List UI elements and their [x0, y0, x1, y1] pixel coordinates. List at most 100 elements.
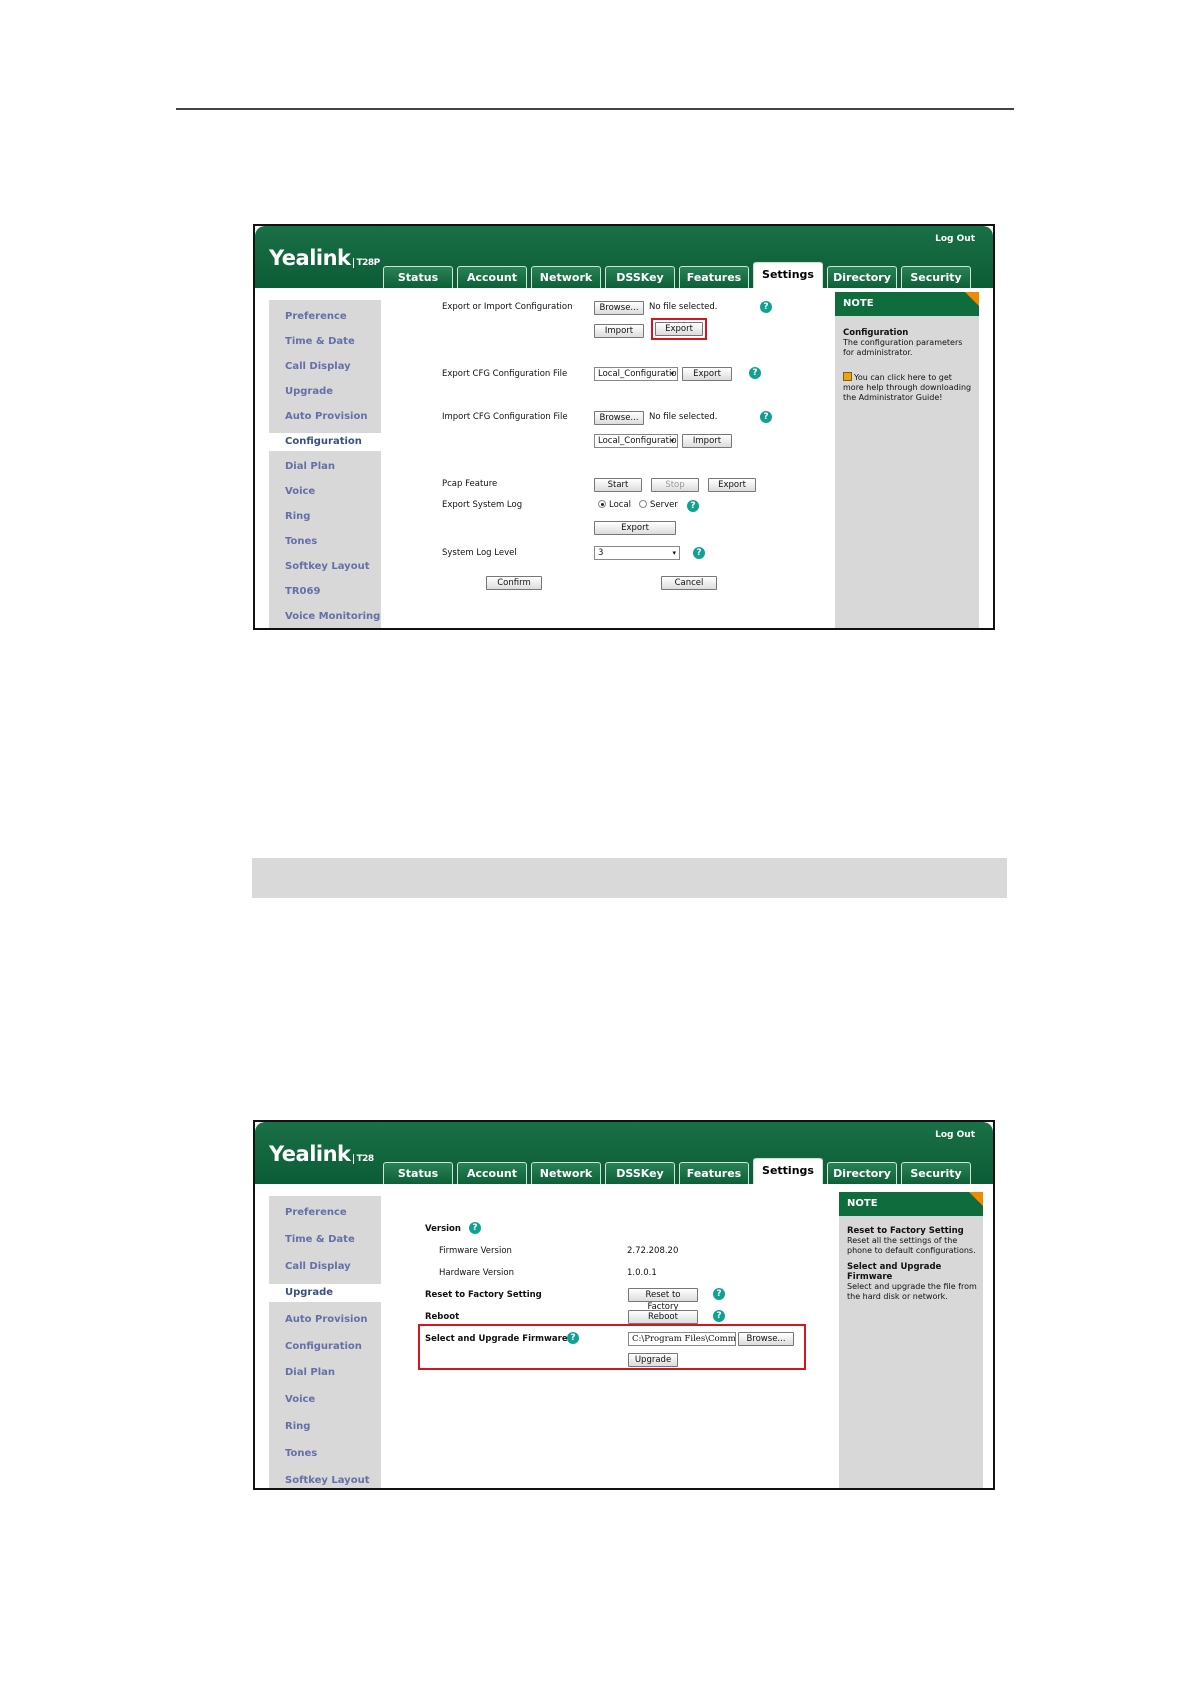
- web-ui-body: Preference Time & Date Call Display Upgr…: [255, 1184, 993, 1488]
- tab-features[interactable]: Features: [679, 266, 749, 288]
- sidebar-item-softkey-layout[interactable]: Softkey Layout: [269, 558, 389, 576]
- help-icon[interactable]: ?: [760, 411, 772, 423]
- tab-settings[interactable]: Settings: [753, 262, 823, 288]
- tab-status[interactable]: Status: [383, 1162, 453, 1184]
- sidebar-item-ring[interactable]: Ring: [269, 508, 389, 526]
- reset-factory-button[interactable]: Reset to Factory: [628, 1288, 698, 1312]
- settings-sidebar: Preference Time & Date Call Display Upgr…: [269, 300, 389, 628]
- sidebar-item-configuration[interactable]: Configuration: [269, 433, 389, 451]
- tab-security[interactable]: Security: [901, 1162, 971, 1184]
- sidebar-item-preference[interactable]: Preference: [269, 1204, 389, 1222]
- note-title: NOTE: [839, 1192, 983, 1216]
- help-icon[interactable]: ?: [713, 1288, 725, 1300]
- sidebar-item-upgrade[interactable]: Upgrade: [269, 1284, 389, 1302]
- web-ui-body: Preference Time & Date Call Display Upgr…: [255, 288, 993, 628]
- upgrade-highlight: [418, 1324, 806, 1370]
- local-radio[interactable]: [598, 500, 606, 508]
- sidebar-item-auto-provision[interactable]: Auto Provision: [269, 1311, 389, 1329]
- tab-account[interactable]: Account: [457, 266, 527, 288]
- sidebar-item-ring[interactable]: Ring: [269, 1418, 389, 1436]
- tab-settings[interactable]: Settings: [753, 1158, 823, 1184]
- help-icon[interactable]: ?: [760, 301, 772, 313]
- pcap-stop-button[interactable]: Stop: [651, 478, 699, 492]
- note-upgrade-text: Select and upgrade the file from the har…: [847, 1282, 977, 1301]
- sidebar-item-voice[interactable]: Voice: [269, 1391, 389, 1409]
- reset-factory-label: Reset to Factory Setting: [425, 1290, 542, 1300]
- server-radio[interactable]: [639, 500, 647, 508]
- export-import-label: Export or Import Configuration: [442, 302, 573, 312]
- pcap-label: Pcap Feature: [442, 479, 498, 489]
- pcap-start-button[interactable]: Start: [594, 478, 642, 492]
- section-heading-band: [252, 858, 1007, 898]
- browse-firmware-button[interactable]: Browse...: [738, 1332, 794, 1346]
- export-button[interactable]: Export: [655, 322, 703, 336]
- tab-directory[interactable]: Directory: [827, 1162, 897, 1184]
- export-cfg-label: Export CFG Configuration File: [442, 369, 568, 379]
- help-icon[interactable]: ?: [713, 1310, 725, 1322]
- reboot-button[interactable]: Reboot: [628, 1310, 698, 1324]
- sidebar-item-preference[interactable]: Preference: [269, 308, 389, 326]
- sidebar-item-dial-plan[interactable]: Dial Plan: [269, 1364, 389, 1382]
- note-reset-text: Reset all the settings of the phone to d…: [847, 1236, 976, 1255]
- help-icon[interactable]: ?: [469, 1222, 481, 1234]
- browse-cfg-button[interactable]: Browse...: [594, 411, 644, 425]
- cancel-button[interactable]: Cancel: [661, 576, 717, 590]
- no-file-cfg-label: No file selected.: [649, 412, 718, 422]
- tab-network[interactable]: Network: [531, 266, 601, 288]
- sidebar-item-tr069[interactable]: TR069: [269, 583, 389, 601]
- tab-security[interactable]: Security: [901, 266, 971, 288]
- sidebar-item-upgrade[interactable]: Upgrade: [269, 383, 389, 401]
- logout-link[interactable]: Log Out: [935, 1130, 975, 1140]
- upgrade-button[interactable]: Upgrade: [628, 1353, 678, 1367]
- tab-dsskey[interactable]: DSSKey: [605, 1162, 675, 1184]
- version-label: Version: [425, 1224, 461, 1234]
- tab-network[interactable]: Network: [531, 1162, 601, 1184]
- tab-account[interactable]: Account: [457, 1162, 527, 1184]
- yealink-logo: Yealink T28P: [269, 246, 380, 270]
- tab-status[interactable]: Status: [383, 266, 453, 288]
- syslog-export-button[interactable]: Export: [594, 521, 676, 535]
- local-radio-label: Local: [609, 500, 632, 510]
- pcap-export-button[interactable]: Export: [708, 478, 756, 492]
- sidebar-item-tones[interactable]: Tones: [269, 533, 389, 551]
- sidebar-item-time-date[interactable]: Time & Date: [269, 333, 389, 351]
- sidebar-item-call-display[interactable]: Call Display: [269, 358, 389, 376]
- reboot-label: Reboot: [425, 1312, 460, 1322]
- confirm-button[interactable]: Confirm: [486, 576, 542, 590]
- help-icon[interactable]: ?: [693, 547, 705, 559]
- sidebar-item-auto-provision[interactable]: Auto Provision: [269, 408, 389, 426]
- tab-dsskey[interactable]: DSSKey: [605, 266, 675, 288]
- tab-directory[interactable]: Directory: [827, 266, 897, 288]
- sidebar-item-voice[interactable]: Voice: [269, 483, 389, 501]
- syslog-level-label: System Log Level: [442, 548, 517, 558]
- note-body: Reset to Factory Setting Reset all the s…: [847, 1226, 977, 1302]
- sidebar-item-voice-monitoring[interactable]: Voice Monitoring: [269, 608, 389, 626]
- firmware-version-value: 2.72.208.20: [627, 1246, 679, 1256]
- help-icon[interactable]: ?: [567, 1332, 579, 1344]
- sidebar-item-dial-plan[interactable]: Dial Plan: [269, 458, 389, 476]
- help-icon[interactable]: ?: [687, 500, 699, 512]
- tab-features[interactable]: Features: [679, 1162, 749, 1184]
- import-cfg-label: Import CFG Configuration File: [442, 412, 568, 422]
- sidebar-item-time-date[interactable]: Time & Date: [269, 1231, 389, 1249]
- note-upgrade-heading: Select and Upgrade Firmware: [847, 1262, 942, 1282]
- help-icon[interactable]: ?: [749, 367, 761, 379]
- note-help[interactable]: You can click here to get more help thro…: [843, 372, 973, 403]
- settings-sidebar: Preference Time & Date Call Display Upgr…: [269, 1196, 389, 1488]
- export-cfg-button[interactable]: Export: [682, 367, 732, 381]
- sidebar-item-tones[interactable]: Tones: [269, 1445, 389, 1463]
- syslog-level-select[interactable]: 3 ▾: [594, 546, 680, 560]
- sidebar-item-configuration[interactable]: Configuration: [269, 1338, 389, 1356]
- browse-button[interactable]: Browse...: [594, 301, 644, 315]
- note-corner-icon: [969, 1192, 983, 1206]
- logout-link[interactable]: Log Out: [935, 234, 975, 244]
- firmware-file-input[interactable]: C:\Program Files\Comm: [628, 1332, 736, 1346]
- sidebar-item-softkey-layout[interactable]: Softkey Layout: [269, 1472, 389, 1488]
- import-button[interactable]: Import: [594, 324, 644, 338]
- sidebar-item-call-display[interactable]: Call Display: [269, 1258, 389, 1276]
- note-panel: NOTE Configuration The configuration par…: [835, 292, 979, 628]
- import-cfg-select[interactable]: Local_Configuratio ▾: [594, 434, 678, 448]
- hardware-version-label: Hardware Version: [439, 1268, 514, 1278]
- import-cfg-button[interactable]: Import: [682, 434, 732, 448]
- export-cfg-select[interactable]: Local_Configuratio ▾: [594, 367, 678, 381]
